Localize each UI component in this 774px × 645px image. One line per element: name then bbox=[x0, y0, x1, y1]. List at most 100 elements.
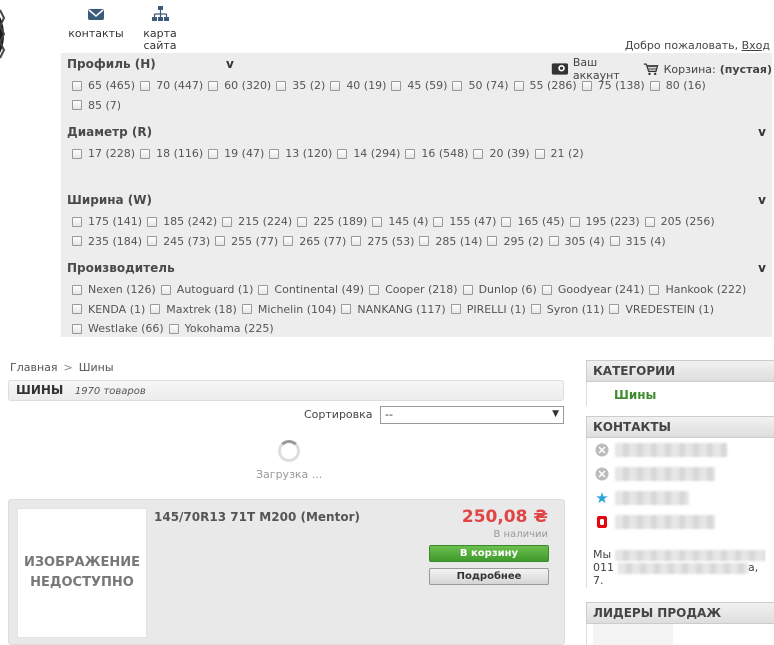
filter-checkbox[interactable] bbox=[72, 80, 82, 91]
filter-option-width[interactable]: 215 (224) bbox=[222, 212, 292, 232]
filter-option-width[interactable]: 155 (47) bbox=[433, 212, 496, 232]
filter-checkbox[interactable] bbox=[487, 236, 498, 247]
filter-checkbox[interactable] bbox=[150, 304, 161, 315]
filter-option-brand[interactable]: Goodyear (241) bbox=[541, 280, 644, 300]
filter-checkbox[interactable] bbox=[72, 284, 82, 295]
filter-option-width[interactable]: 235 (184) bbox=[72, 232, 142, 252]
filter-option-brand[interactable]: Syron (11) bbox=[530, 300, 604, 320]
filter-checkbox[interactable] bbox=[644, 216, 655, 227]
filter-checkbox[interactable] bbox=[649, 284, 660, 295]
filter-option-profile[interactable]: 80 (16) bbox=[649, 76, 706, 96]
filter-checkbox[interactable] bbox=[405, 148, 416, 159]
filter-option-brand[interactable]: NANKANG (117) bbox=[341, 300, 446, 320]
filter-option-width[interactable]: 205 (256) bbox=[644, 212, 715, 232]
filter-toggle-brand[interactable]: v bbox=[758, 261, 766, 275]
filter-option-diameter[interactable]: 14 (294) bbox=[337, 144, 400, 164]
filter-checkbox[interactable] bbox=[419, 236, 430, 247]
filter-option-profile[interactable]: 85 (7) bbox=[72, 96, 121, 116]
filter-checkbox[interactable] bbox=[462, 284, 473, 295]
filter-checkbox[interactable] bbox=[369, 284, 380, 295]
filter-option-brand[interactable]: VREDESTEIN (1) bbox=[609, 300, 714, 320]
filter-checkbox[interactable] bbox=[72, 236, 82, 247]
filter-option-diameter[interactable]: 18 (116) bbox=[140, 144, 203, 164]
filter-option-profile[interactable]: 50 (74) bbox=[452, 76, 509, 96]
filter-option-brand[interactable]: Autoguard (1) bbox=[160, 280, 253, 300]
filter-checkbox[interactable] bbox=[501, 216, 512, 227]
filter-checkbox[interactable] bbox=[548, 236, 559, 247]
filter-option-brand[interactable]: Cooper (218) bbox=[369, 280, 458, 300]
filter-option-width[interactable]: 275 (53) bbox=[351, 232, 414, 252]
filter-option-profile[interactable]: 75 (138) bbox=[581, 76, 645, 96]
filter-option-brand[interactable]: Nexen (126) bbox=[72, 280, 156, 300]
filter-checkbox[interactable] bbox=[72, 216, 82, 227]
filter-option-width[interactable]: 285 (14) bbox=[419, 232, 482, 252]
filter-option-width[interactable]: 315 (4) bbox=[609, 232, 666, 252]
filter-option-width[interactable]: 265 (77) bbox=[283, 232, 346, 252]
contacts-link[interactable]: контакты bbox=[64, 4, 128, 52]
filter-checkbox[interactable] bbox=[72, 323, 82, 334]
filter-checkbox[interactable] bbox=[222, 216, 233, 227]
category-link-tires[interactable]: Шины bbox=[614, 388, 656, 402]
filter-checkbox[interactable] bbox=[372, 216, 383, 227]
filter-checkbox[interactable] bbox=[258, 284, 269, 295]
filter-option-diameter[interactable]: 17 (228) bbox=[72, 144, 135, 164]
filter-checkbox[interactable] bbox=[513, 80, 524, 91]
filter-option-width[interactable]: 255 (77) bbox=[215, 232, 278, 252]
filter-toggle-diameter[interactable]: v bbox=[758, 125, 766, 139]
sort-select[interactable]: -- ▼ bbox=[380, 406, 564, 424]
filter-option-width[interactable]: 175 (141) bbox=[72, 212, 142, 232]
filter-option-brand[interactable]: Hankook (222) bbox=[649, 280, 746, 300]
product-name[interactable]: 145/70R13 71T M200 (Mentor) bbox=[154, 510, 360, 524]
filter-option-brand[interactable]: Michelin (104) bbox=[241, 300, 336, 320]
login-link[interactable]: Вход bbox=[742, 39, 770, 52]
filter-option-brand[interactable]: Continental (49) bbox=[258, 280, 364, 300]
filter-option-diameter[interactable]: 21 (2) bbox=[534, 144, 584, 164]
breadcrumb-home[interactable]: Главная bbox=[10, 361, 58, 374]
add-to-cart-button[interactable]: В корзину bbox=[429, 545, 549, 562]
filter-option-brand[interactable]: PIRELLI (1) bbox=[450, 300, 526, 320]
filter-option-brand[interactable]: Westlake (66) bbox=[72, 319, 164, 339]
filter-checkbox[interactable] bbox=[337, 148, 348, 159]
filter-checkbox[interactable] bbox=[147, 236, 158, 247]
filter-checkbox[interactable] bbox=[147, 216, 158, 227]
filter-checkbox[interactable] bbox=[297, 216, 308, 227]
filter-option-profile[interactable]: 55 (286) bbox=[513, 76, 577, 96]
filter-checkbox[interactable] bbox=[283, 236, 294, 247]
filter-option-profile[interactable]: 35 (2) bbox=[276, 76, 325, 96]
filter-checkbox[interactable] bbox=[269, 148, 280, 159]
filter-option-profile[interactable]: 65 (465) bbox=[72, 76, 135, 96]
filter-checkbox[interactable] bbox=[330, 80, 341, 91]
filter-option-width[interactable]: 305 (4) bbox=[548, 232, 605, 252]
filter-option-width[interactable]: 225 (189) bbox=[297, 212, 367, 232]
filter-checkbox[interactable] bbox=[534, 148, 545, 159]
filter-checkbox[interactable] bbox=[276, 80, 287, 91]
product-image-placeholder[interactable]: ИЗОБРАЖЕНИЕ НЕДОСТУПНО bbox=[17, 508, 147, 638]
filter-checkbox[interactable] bbox=[450, 304, 461, 315]
filter-option-profile[interactable]: 60 (320) bbox=[208, 76, 271, 96]
filter-checkbox[interactable] bbox=[215, 236, 226, 247]
filter-option-brand[interactable]: Maxtrek (18) bbox=[150, 300, 237, 320]
filter-checkbox[interactable] bbox=[581, 80, 592, 91]
filter-option-width[interactable]: 245 (73) bbox=[147, 232, 210, 252]
filter-option-profile[interactable]: 70 (447) bbox=[140, 76, 203, 96]
filter-checkbox[interactable] bbox=[72, 100, 82, 111]
filter-option-diameter[interactable]: 20 (39) bbox=[473, 144, 530, 164]
filter-option-width[interactable]: 145 (4) bbox=[372, 212, 428, 232]
filter-option-width[interactable]: 295 (2) bbox=[487, 232, 544, 252]
filter-checkbox[interactable] bbox=[160, 284, 171, 295]
filter-checkbox[interactable] bbox=[609, 236, 620, 247]
filter-checkbox[interactable] bbox=[433, 216, 444, 227]
filter-option-brand[interactable]: Yokohama (225) bbox=[168, 319, 274, 339]
filter-checkbox[interactable] bbox=[391, 80, 402, 91]
filter-checkbox[interactable] bbox=[72, 148, 82, 159]
filter-option-brand[interactable]: KENDA (1) bbox=[72, 300, 145, 320]
filter-option-diameter[interactable]: 16 (548) bbox=[405, 144, 468, 164]
filter-checkbox[interactable] bbox=[241, 304, 252, 315]
filter-checkbox[interactable] bbox=[140, 148, 151, 159]
filter-option-profile[interactable]: 40 (19) bbox=[330, 76, 386, 96]
filter-checkbox[interactable] bbox=[569, 216, 580, 227]
filter-checkbox[interactable] bbox=[72, 304, 82, 315]
filter-checkbox[interactable] bbox=[541, 284, 552, 295]
filter-checkbox[interactable] bbox=[649, 80, 660, 91]
filter-checkbox[interactable] bbox=[208, 80, 219, 91]
